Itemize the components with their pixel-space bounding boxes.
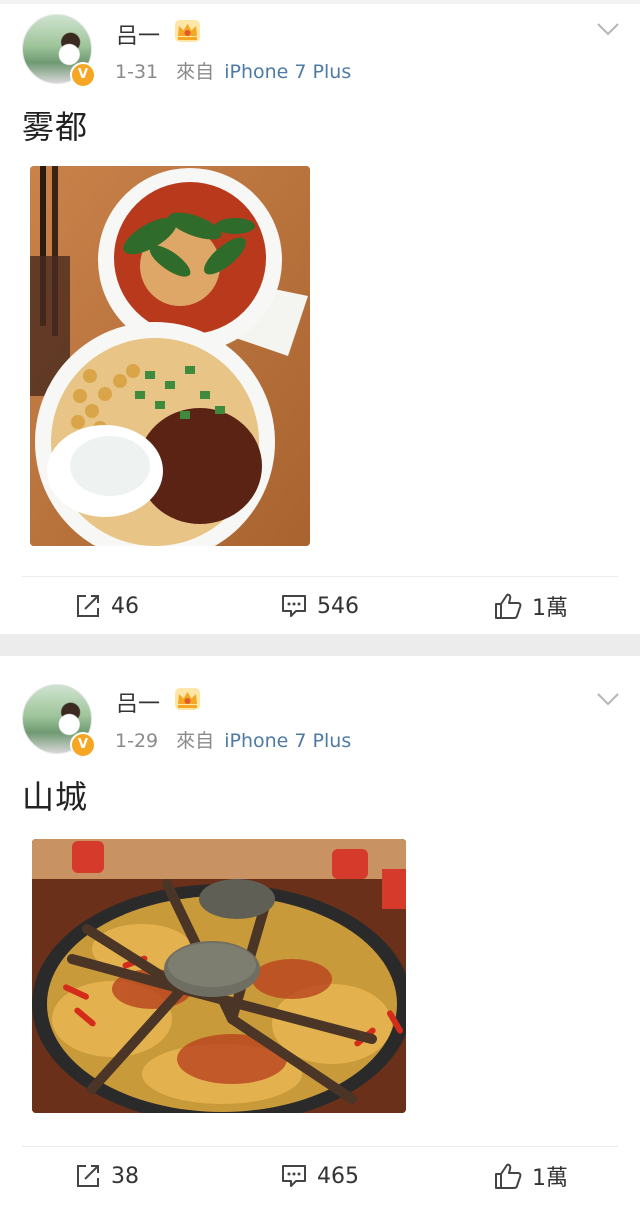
repost-icon xyxy=(77,1165,99,1187)
post-image[interactable] xyxy=(32,839,406,1113)
comment-count: 465 xyxy=(317,1163,359,1189)
source-prefix: 來自 xyxy=(176,730,215,752)
post-separator xyxy=(0,634,640,656)
chevron-down-icon[interactable] xyxy=(596,691,620,707)
post-image[interactable] xyxy=(30,166,310,546)
comment-button[interactable]: 546 xyxy=(281,576,359,636)
post-text: 山城 xyxy=(22,778,89,816)
verified-icon: V xyxy=(70,62,96,88)
crown-icon xyxy=(175,20,200,42)
repost-count: 38 xyxy=(111,1163,139,1189)
repost-count: 46 xyxy=(111,593,139,619)
post-date: 1-31 xyxy=(115,61,159,83)
repost-icon xyxy=(77,595,99,617)
comment-icon xyxy=(282,595,306,617)
repost-button[interactable]: 38 xyxy=(75,1146,139,1206)
feed-post: V 吕一 1-31 來自 iPhone 7 Plus 雾都 46 546 1萬 xyxy=(0,4,640,634)
noodles-photo xyxy=(30,166,310,546)
action-bar: 46 546 1萬 xyxy=(0,576,640,636)
thumbs-up-icon xyxy=(495,593,522,619)
post-text: 雾都 xyxy=(22,108,89,146)
comment-button[interactable]: 465 xyxy=(281,1146,359,1206)
feed-post: V 吕一 1-29 來自 iPhone 7 Plus 山城 38 465 1萬 xyxy=(0,656,640,1211)
username[interactable]: 吕一 xyxy=(116,686,160,718)
like-count: 1萬 xyxy=(532,596,568,621)
like-count: 1萬 xyxy=(532,1166,568,1191)
source-prefix: 來自 xyxy=(176,61,215,83)
thumbs-up-icon xyxy=(495,1163,522,1189)
username[interactable]: 吕一 xyxy=(116,18,160,50)
like-button[interactable]: 1萬 xyxy=(494,576,568,636)
post-date: 1-29 xyxy=(115,730,159,752)
action-bar: 38 465 1萬 xyxy=(0,1146,640,1206)
post-meta: 1-29 來自 iPhone 7 Plus xyxy=(115,726,351,753)
comment-count: 546 xyxy=(317,593,359,619)
repost-button[interactable]: 46 xyxy=(75,576,139,636)
source-device[interactable]: iPhone 7 Plus xyxy=(224,61,351,83)
chevron-down-icon[interactable] xyxy=(596,21,620,37)
verified-icon: V xyxy=(70,732,96,758)
crown-icon xyxy=(175,688,200,710)
hotpot-photo xyxy=(32,839,406,1113)
comment-icon xyxy=(282,1165,306,1187)
post-meta: 1-31 來自 iPhone 7 Plus xyxy=(115,57,351,84)
like-button[interactable]: 1萬 xyxy=(494,1146,568,1206)
source-device[interactable]: iPhone 7 Plus xyxy=(224,730,351,752)
